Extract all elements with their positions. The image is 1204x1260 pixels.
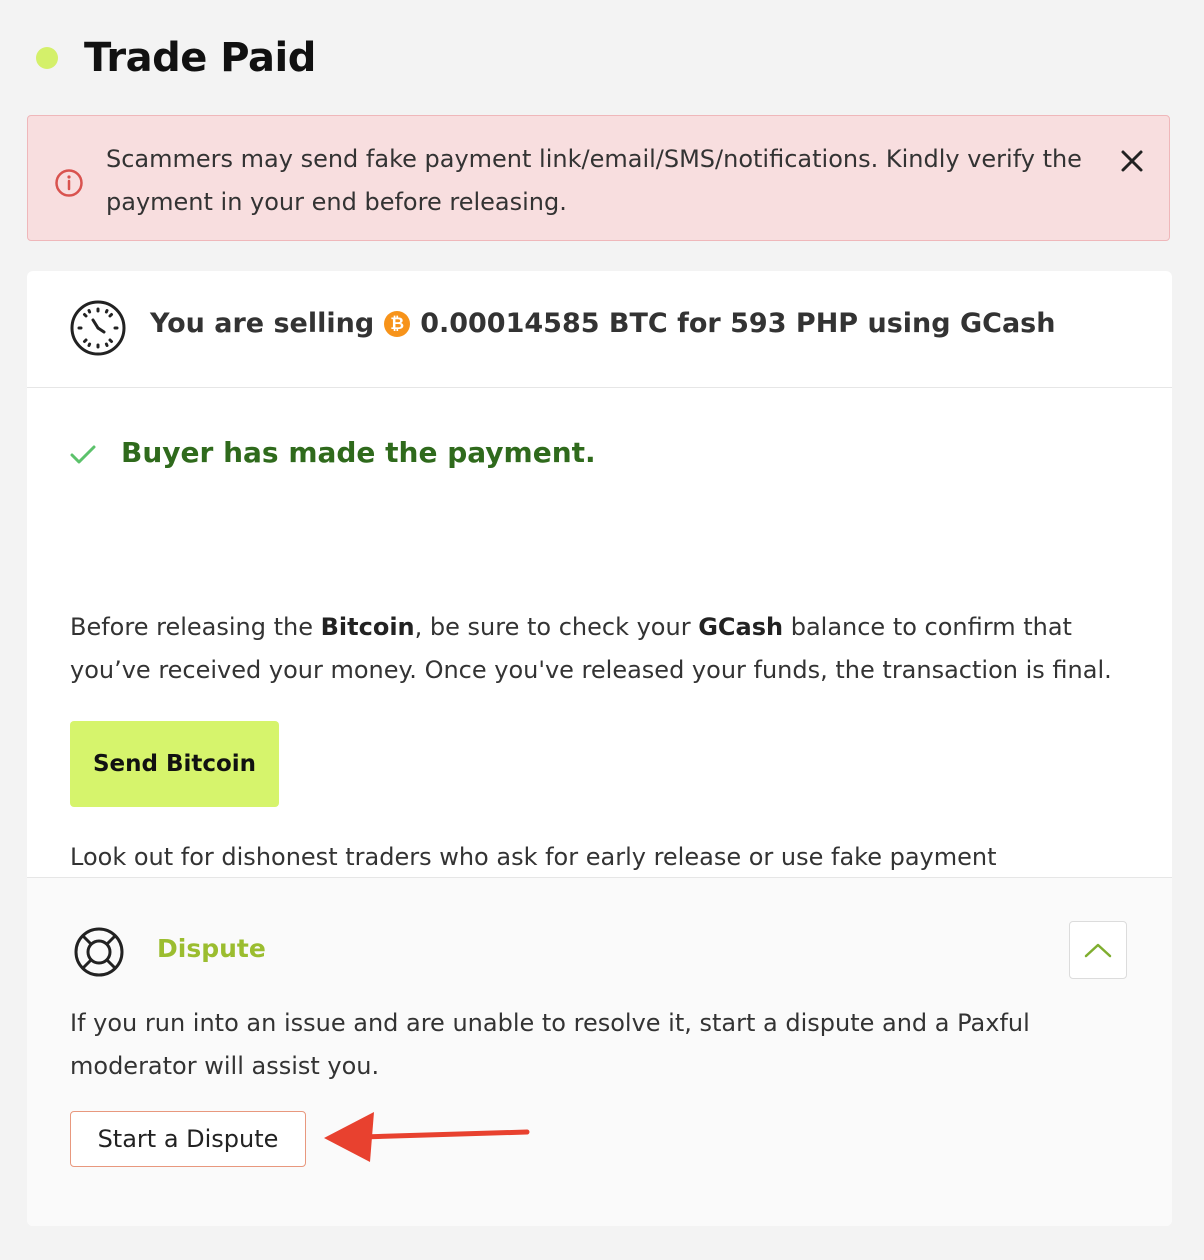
payment-method-name: GCash [698,613,784,641]
info-circle-icon [55,169,83,197]
page-header: Trade Paid [36,26,316,90]
trade-details: 0.00014585 BTC for 593 PHP using GCash [420,308,1056,339]
bitcoin-icon: ₿ [384,310,411,337]
scam-warning-alert: Scammers may send fake payment link/emai… [27,115,1170,241]
trade-prefix: You are selling [150,308,375,339]
status-dot [36,47,58,69]
trade-card: You are selling ₿ 0.00014585 BTC for 593… [27,271,1172,1226]
dispute-section: Dispute If you run into an issue and are… [27,878,1172,1226]
alert-message: Scammers may send fake payment link/emai… [106,145,1082,216]
chevron-up-icon [1084,943,1112,958]
release-instructions: Before releasing the Bitcoin, be sure to… [70,613,1112,684]
send-bitcoin-button[interactable]: Send Bitcoin [70,721,279,807]
trade-summary: You are selling ₿ 0.00014585 BTC for 593… [27,271,1172,388]
payment-section: Buyer has made the payment. Before relea… [27,388,1172,914]
close-icon[interactable] [1117,146,1147,176]
collapse-dispute-button[interactable] [1069,921,1127,979]
trade-description: You are selling ₿ 0.00014585 BTC for 593… [150,308,1055,339]
payment-status-title: Buyer has made the payment. [121,436,596,469]
lifebuoy-icon [74,927,124,977]
timer-icon [70,300,126,356]
checkmark-icon [70,445,96,464]
dispute-title: Dispute [157,934,266,963]
dispute-description: If you run into an issue and are unable … [70,1009,1030,1080]
start-dispute-button[interactable]: Start a Dispute [70,1111,306,1167]
crypto-name: Bitcoin [320,613,415,641]
annotation-arrow [324,1112,530,1162]
page-title: Trade Paid [84,35,316,81]
